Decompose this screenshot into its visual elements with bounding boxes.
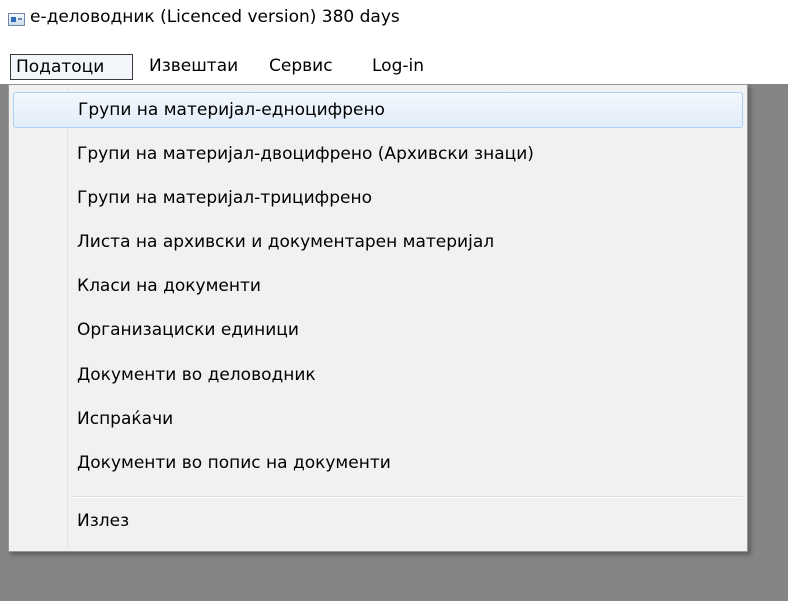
menu-item-grupi-ednocifreno[interactable]: Групи на материјал-едноцифрено (13, 92, 743, 128)
menu-item-izlez[interactable]: Излез (13, 504, 743, 540)
menu-item-label: Испраќачи (77, 409, 174, 429)
podatoci-dropdown-menu: Групи на материјал-едноцифрено Групи на … (8, 84, 748, 552)
menu-item-label: Листа на архивски и документарен материј… (77, 232, 495, 252)
app-window-icon[interactable] (8, 13, 25, 26)
menu-item-label: Излез (77, 511, 130, 531)
menu-item-label: Организациски единици (77, 320, 299, 340)
menu-item-organizaciski-edinici[interactable]: Организациски единици (13, 313, 743, 349)
menu-item-ispraкachi[interactable]: Испраќачи (13, 402, 743, 438)
menu-podatoci[interactable]: Податоци (10, 54, 133, 80)
menu-izvestai[interactable]: Извештаи (149, 54, 254, 80)
window-title: e-деловодник (Licenced version) 380 days (30, 7, 400, 27)
menu-item-grupi-tricifreno[interactable]: Групи на материјал-трицифрено (13, 181, 743, 217)
menu-item-label: Групи на материјал-едноцифрено (78, 100, 385, 120)
menu-item-label: Документи во деловодник (77, 365, 316, 385)
menu-item-lista-arhivski[interactable]: Листа на архивски и документарен материј… (13, 225, 743, 261)
menu-item-label: Групи на материјал-трицифрено (77, 188, 372, 208)
menu-item-label: Класи на документи (77, 276, 261, 296)
menu-item-label: Документи во попис на документи (77, 453, 391, 473)
menu-item-klasi-dokumenti[interactable]: Класи на документи (13, 269, 743, 305)
menu-item-label: Групи на материјал-двоцифрено (Архивски … (77, 144, 534, 164)
menu-log-in[interactable]: Log-in (372, 54, 456, 80)
menu-servis[interactable]: Сервис (269, 54, 355, 80)
title-bar: e-деловодник (Licenced version) 380 days (0, 0, 788, 52)
menu-item-dokumenti-delovodnik[interactable]: Документи во деловодник (13, 358, 743, 394)
menu-item-dokumenti-popis[interactable]: Документи во попис на документи (13, 446, 743, 482)
menu-separator (71, 496, 743, 498)
menu-item-grupi-dvocifreno[interactable]: Групи на материјал-двоцифрено (Архивски … (13, 137, 743, 173)
